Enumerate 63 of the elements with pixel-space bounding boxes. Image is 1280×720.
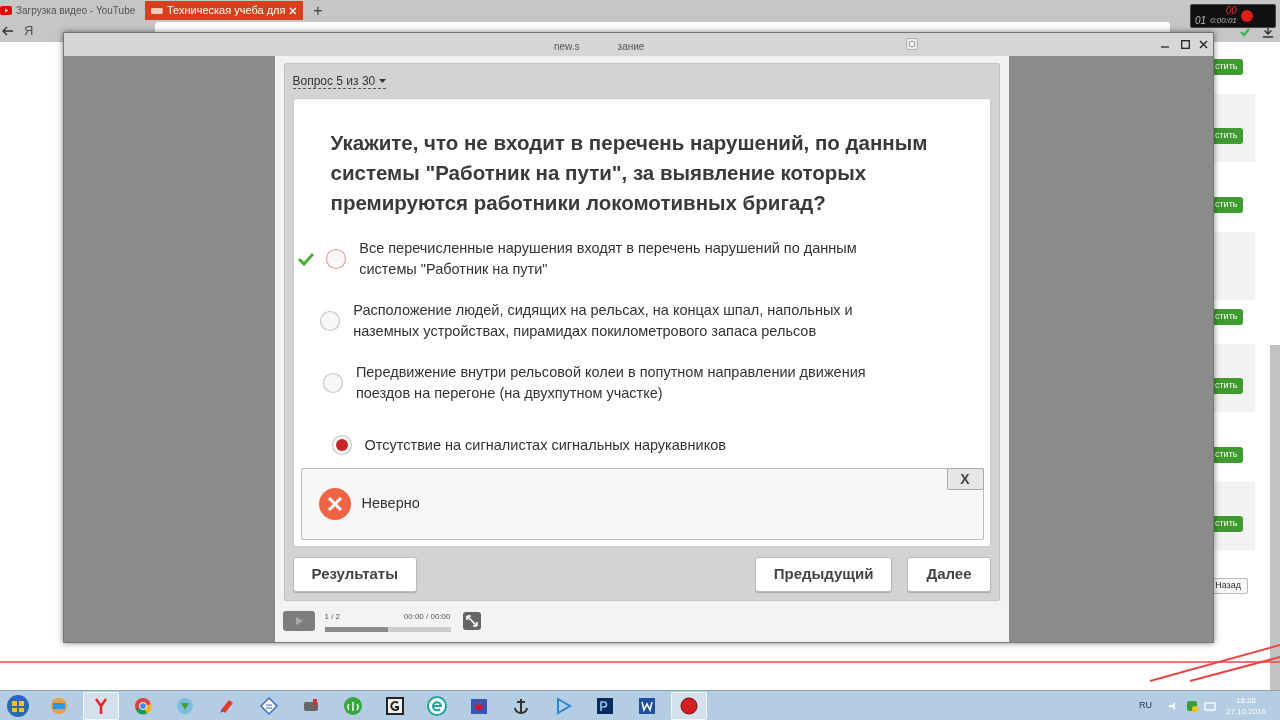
- row-background: [1214, 232, 1255, 300]
- app-icon: [49, 695, 69, 716]
- app-icon: [637, 695, 657, 716]
- option-text[interactable]: Передвижение внутри рельсовой колеи в попутном направлении движения поездов на перегоне (на двухпутном участке): [355, 362, 990, 404]
- start-button[interactable]: стить: [1214, 447, 1243, 463]
- feedback-text: Неверно: [361, 494, 420, 514]
- recorder-time: 0:00:01: [1210, 16, 1237, 26]
- close-icon[interactable]: [1199, 40, 1208, 49]
- app-icon: [175, 695, 195, 716]
- taskbar-button[interactable]: [671, 691, 707, 720]
- start-button[interactable]: стить: [1214, 128, 1243, 144]
- fullscreen-icon[interactable]: [462, 612, 481, 630]
- recorder-count: 01: [1195, 16, 1207, 26]
- app-icon: [343, 695, 363, 716]
- app-icon: [679, 695, 699, 716]
- slide-counter: 1 / 2: [324, 610, 341, 623]
- radio-button[interactable]: [319, 310, 342, 332]
- maximize-icon[interactable]: [1181, 40, 1190, 49]
- close-button[interactable]: X: [946, 468, 984, 490]
- previous-button[interactable]: Предыдущий: [754, 557, 893, 592]
- question-text: Укажите, что не входит в перечень нарушений, по данным системы "Работник на пути", за выявление которых премируются работники локомотивных бригад?: [329, 130, 929, 216]
- next-button[interactable]: Далее: [907, 557, 991, 592]
- option-text[interactable]: Отсутствие на сигналистах сигнальных нарукавников: [364, 434, 801, 456]
- browser-tab[interactable]: Техническая учеба для: [145, 1, 304, 20]
- browser-tab[interactable]: Загрузка видео - YouTube: [0, 1, 140, 20]
- start-button[interactable]: стить: [1214, 309, 1243, 325]
- start-button[interactable]: стить: [1214, 516, 1243, 532]
- radio-button[interactable]: [321, 372, 344, 394]
- radio-button[interactable]: [325, 248, 348, 270]
- progress-track[interactable]: [324, 626, 451, 632]
- yandex-home-button[interactable]: Я: [24, 21, 34, 41]
- start-button[interactable]: стить: [1214, 197, 1243, 213]
- play-button[interactable]: [282, 611, 315, 631]
- question-menu[interactable]: Вопрос 5 из 30: [292, 73, 387, 89]
- download-icon[interactable]: [1263, 26, 1273, 38]
- radio-button[interactable]: [330, 434, 353, 456]
- start-button-icon[interactable]: [6, 693, 30, 718]
- new-tab-button[interactable]: +: [309, 1, 327, 20]
- app-icon: [595, 695, 615, 716]
- app-icon: [385, 695, 405, 716]
- option-text[interactable]: Все перечисленные нарушения входят в перечень нарушений по данным системы "Работник на пути": [359, 238, 990, 280]
- tray-app-icon[interactable]: [1185, 699, 1198, 712]
- youtube-icon: [0, 6, 12, 15]
- recorder-counter: 00: [1225, 6, 1237, 16]
- tab-logo-icon: [151, 6, 163, 15]
- record-icon: [1240, 10, 1253, 22]
- language-indicator[interactable]: RU: [1138, 698, 1152, 713]
- time-display: 00:00 / 00:00: [403, 610, 451, 623]
- app-icon: [133, 695, 153, 716]
- results-button[interactable]: Результаты: [292, 557, 417, 592]
- back-arrow-icon[interactable]: [2, 26, 14, 36]
- window-title: new.s: [554, 40, 580, 54]
- start-button[interactable]: стить: [1214, 59, 1243, 75]
- scrollbar-thumb[interactable]: [1270, 345, 1280, 690]
- page-icon: [906, 38, 918, 50]
- option-text[interactable]: Расположение людей, сидящих на рельсах, на концах шпал, напольных и наземных устройствах, пирамидах покилометрового запаса рельсов: [353, 300, 990, 342]
- start-button[interactable]: стить: [1214, 378, 1243, 394]
- window-title: зание: [617, 40, 645, 54]
- error-icon: [317, 487, 352, 521]
- app-icon: [259, 695, 279, 716]
- app-icon: [427, 695, 447, 716]
- caret-icon: [379, 78, 387, 83]
- check-icon: [1239, 26, 1251, 38]
